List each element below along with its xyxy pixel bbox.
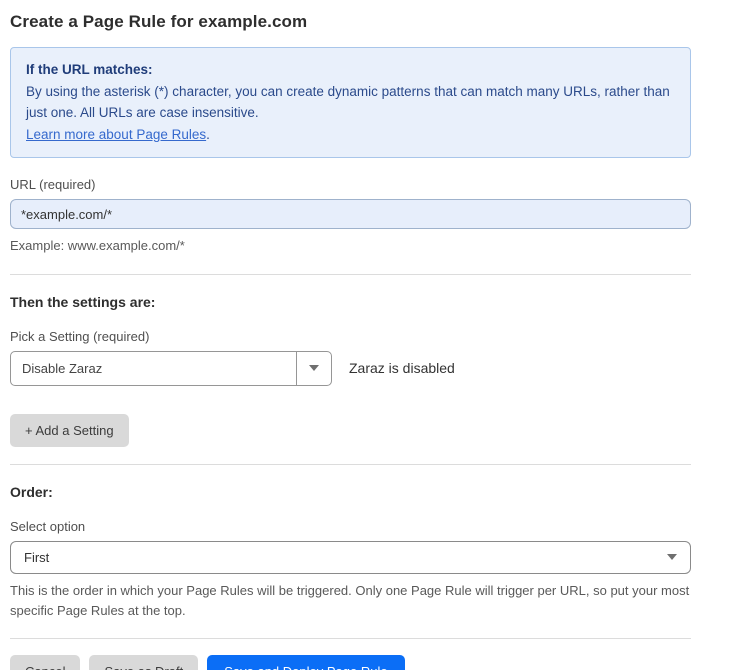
order-select-value: First [24, 550, 667, 565]
setting-row: Disable Zaraz Zaraz is disabled [10, 351, 691, 386]
create-page-rule-form: Create a Page Rule for example.com If th… [0, 0, 750, 670]
url-match-info-box: If the URL matches: By using the asteris… [10, 47, 691, 158]
settings-section-heading: Then the settings are: [10, 294, 691, 310]
info-box-link-line: Learn more about Page Rules. [26, 124, 675, 146]
form-actions: Cancel Save as Draft Save and Deploy Pag… [10, 655, 691, 670]
info-box-body: By using the asterisk (*) character, you… [26, 81, 675, 124]
divider [10, 638, 691, 639]
url-example-text: Example: www.example.com/* [10, 236, 691, 256]
save-and-deploy-button[interactable]: Save and Deploy Page Rule [207, 655, 404, 670]
divider [10, 464, 691, 465]
order-select[interactable]: First [10, 541, 691, 574]
url-field-label: URL (required) [10, 177, 691, 192]
order-select-label: Select option [10, 519, 691, 534]
setting-picker-label: Pick a Setting (required) [10, 329, 691, 344]
setting-dropdown-arrow-button[interactable] [296, 352, 331, 385]
select-chevron-icon [667, 554, 677, 560]
cancel-button[interactable]: Cancel [10, 655, 80, 670]
divider [10, 274, 691, 275]
page-title: Create a Page Rule for example.com [10, 12, 691, 32]
setting-dropdown-value: Disable Zaraz [11, 352, 296, 385]
setting-dropdown[interactable]: Disable Zaraz [10, 351, 332, 386]
link-period: . [206, 127, 210, 142]
dropdown-arrow-icon [309, 365, 319, 371]
url-input[interactable] [10, 199, 691, 229]
save-as-draft-button[interactable]: Save as Draft [89, 655, 198, 670]
setting-status-text: Zaraz is disabled [349, 360, 455, 376]
add-setting-button[interactable]: + Add a Setting [10, 414, 129, 447]
order-section-heading: Order: [10, 484, 691, 500]
learn-more-link[interactable]: Learn more about Page Rules [26, 127, 206, 142]
order-help-text: This is the order in which your Page Rul… [10, 581, 691, 621]
info-box-heading: If the URL matches: [26, 59, 675, 81]
